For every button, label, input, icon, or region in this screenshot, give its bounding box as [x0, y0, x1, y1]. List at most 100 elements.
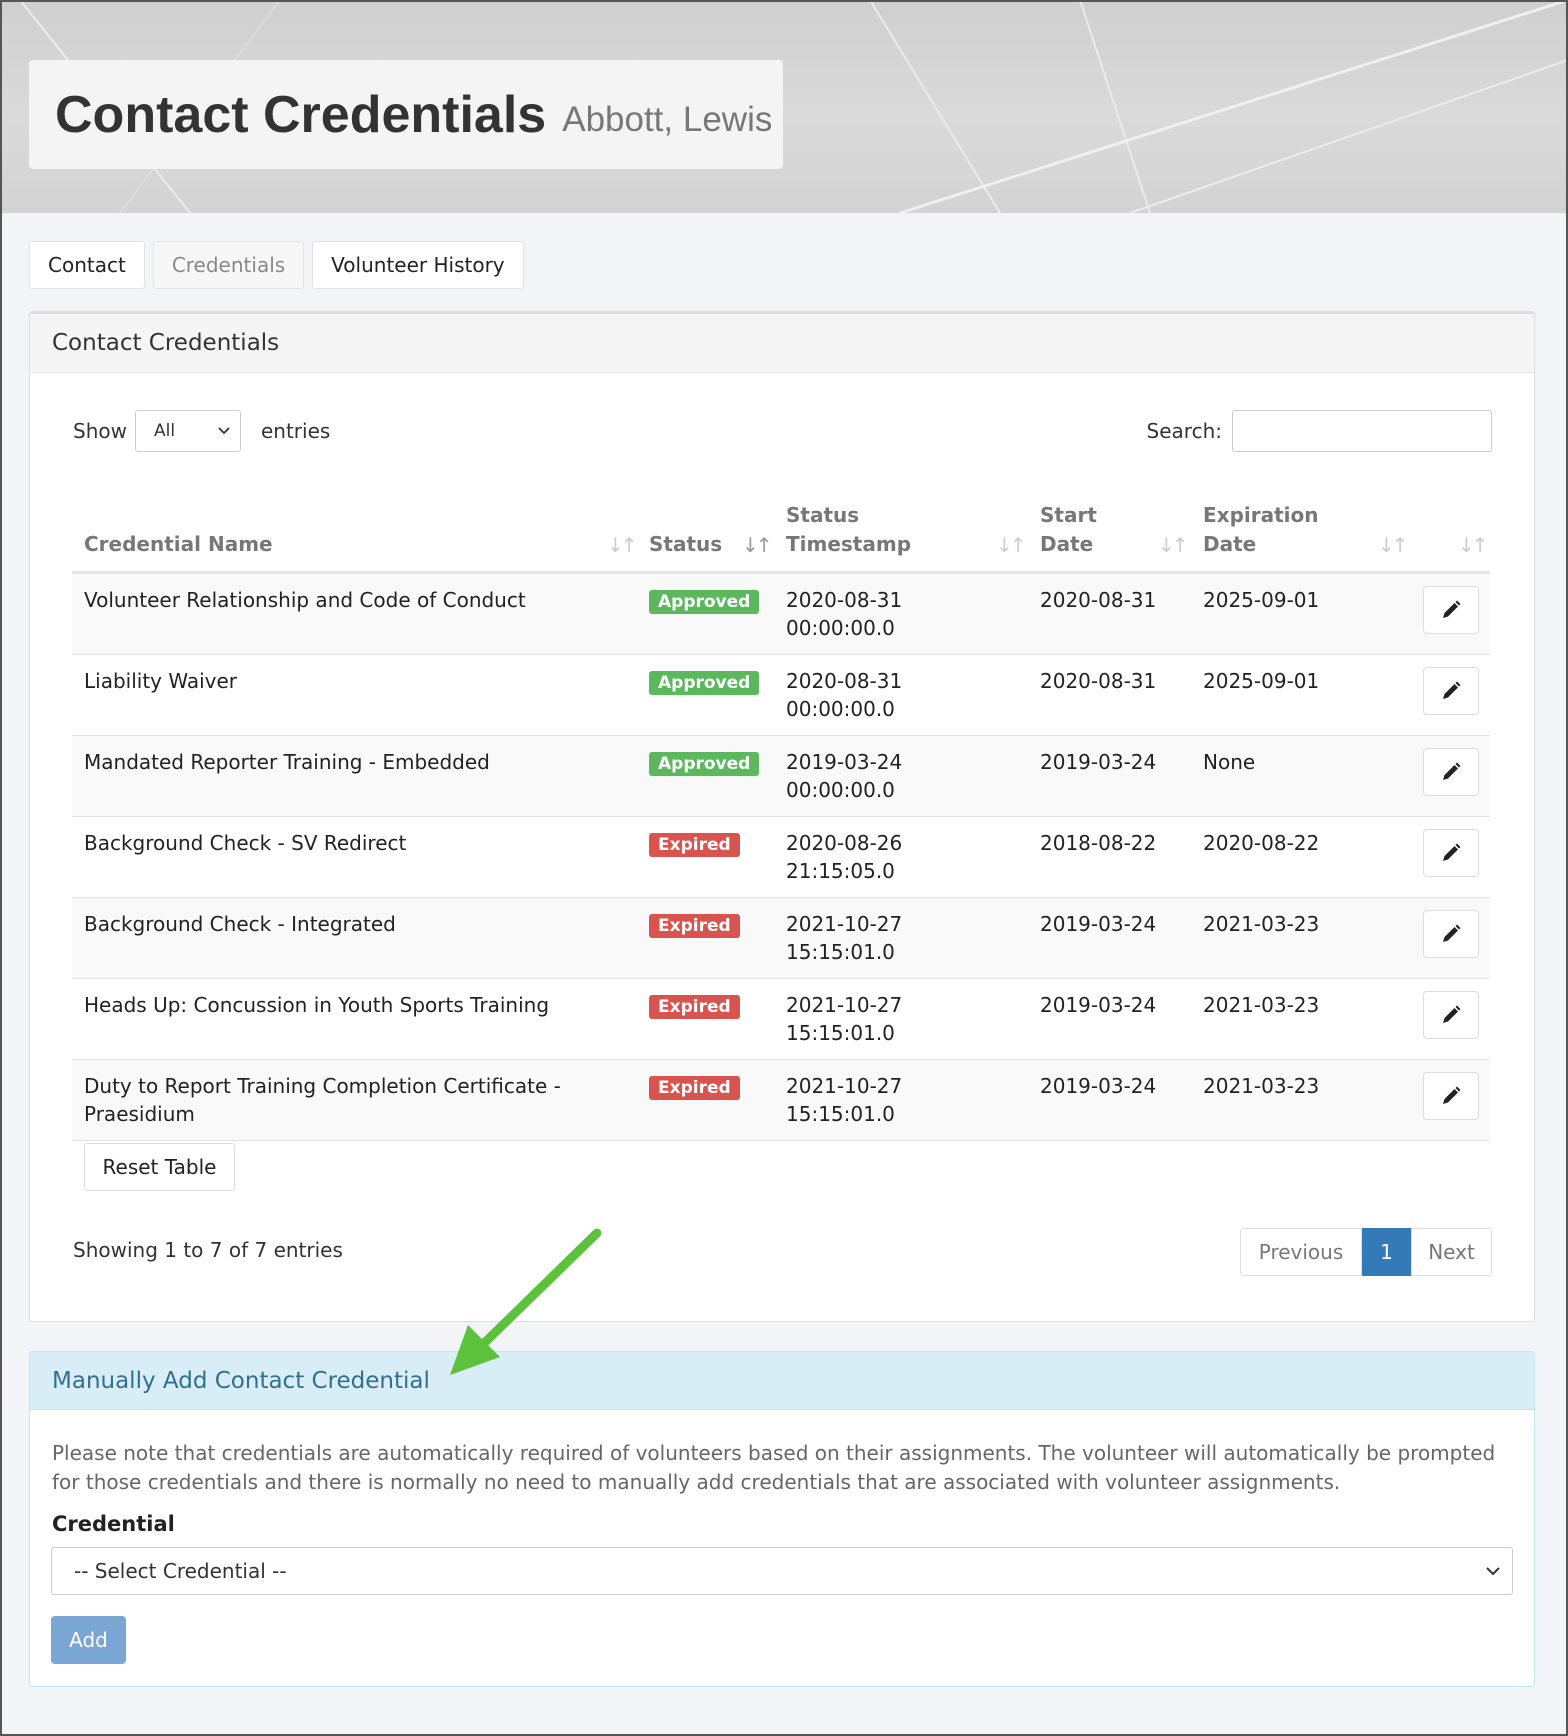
- status-timestamp: 2019-03-24 00:00:00.0: [786, 750, 903, 802]
- expiration-date: 2025-09-01: [1203, 588, 1320, 612]
- pencil-icon: [1443, 924, 1461, 942]
- status-timestamp: 2020-08-26 21:15:05.0: [786, 831, 903, 883]
- search-label: Search:: [1146, 419, 1222, 443]
- show-label: Show: [73, 419, 127, 443]
- status-timestamp: 2021-10-27 15:15:01.0: [786, 993, 903, 1045]
- page-header-banner: Contact Credentials Abbott, Lewis: [0, 0, 1568, 213]
- edit-button[interactable]: [1423, 910, 1479, 958]
- status-timestamp: 2020-08-31 00:00:00.0: [786, 588, 903, 640]
- expiration-date: 2021-03-23: [1203, 993, 1320, 1017]
- reset-table-button[interactable]: Reset Table: [84, 1143, 235, 1191]
- credentials-table: Credential Name ↓↑ Status ↓↑ Status Times…: [72, 488, 1490, 1141]
- show-entries-control: Show All entries: [73, 410, 330, 452]
- pencil-icon: [1443, 681, 1461, 699]
- edit-button[interactable]: [1423, 991, 1479, 1039]
- credential-name: Heads Up: Concussion in Youth Sports Tra…: [84, 993, 550, 1017]
- page-subtitle: Abbott, Lewis: [562, 99, 773, 139]
- add-button[interactable]: Add: [51, 1616, 126, 1664]
- start-date: 2019-03-24: [1040, 750, 1157, 774]
- start-date: 2019-03-24: [1040, 993, 1157, 1017]
- table-row: Duty to Report Training Completion Certi…: [72, 1060, 1490, 1141]
- start-date: 2019-03-24: [1040, 912, 1157, 936]
- tab-credentials[interactable]: Credentials: [152, 241, 305, 289]
- arrow-annotation-icon: [450, 1228, 602, 1375]
- pencil-icon: [1443, 600, 1461, 618]
- status-timestamp: 2021-10-27 15:15:01.0: [786, 1074, 903, 1126]
- sort-icon[interactable]: ↓↑: [742, 533, 772, 557]
- edit-button[interactable]: [1423, 1072, 1479, 1120]
- edit-button[interactable]: [1423, 667, 1479, 715]
- table-row: Liability Waiver Approved 2020-08-31 00:0…: [72, 655, 1490, 736]
- table-row: Volunteer Relationship and Code of Condu…: [72, 574, 1490, 655]
- col-start-date[interactable]: Start Date: [1040, 501, 1097, 559]
- expiration-date: 2025-09-01: [1203, 669, 1320, 693]
- manual-add-note: Please note that credentials are automat…: [52, 1441, 1496, 1494]
- table-header: Credential Name ↓↑ Status ↓↑ Status Times…: [72, 488, 1490, 574]
- credential-name: Duty to Report Training Completion Certi…: [84, 1074, 561, 1126]
- status-badge: Expired: [649, 1076, 740, 1100]
- sort-icon[interactable]: ↓↑: [996, 533, 1026, 557]
- tab-contact[interactable]: Contact: [29, 241, 145, 289]
- expiration-date: 2021-03-23: [1203, 1074, 1320, 1098]
- page-title: Contact Credentials: [55, 85, 547, 144]
- status-badge: Approved: [649, 590, 760, 614]
- status-badge: Expired: [649, 995, 740, 1019]
- edit-button[interactable]: [1423, 586, 1479, 634]
- sort-icon[interactable]: ↓↑: [1378, 533, 1408, 557]
- manual-add-title: Manually Add Contact Credential: [30, 1352, 1534, 1410]
- expiration-date: None: [1203, 750, 1256, 774]
- table-row: Background Check - SV Redirect Expired 2…: [72, 817, 1490, 898]
- chevron-down-icon: [1486, 1566, 1500, 1575]
- entries-select-value: All: [153, 421, 176, 441]
- status-badge: Approved: [649, 752, 760, 776]
- chevron-down-icon: [218, 427, 230, 435]
- status-badge: Approved: [649, 671, 760, 695]
- pencil-icon: [1443, 843, 1461, 861]
- col-status-timestamp[interactable]: Status Timestamp: [786, 501, 911, 559]
- nav-tabs: Contact Credentials Volunteer History: [29, 241, 524, 289]
- col-credential-name[interactable]: Credential Name: [84, 530, 273, 559]
- start-date: 2020-08-31: [1040, 588, 1157, 612]
- page-1-button[interactable]: 1: [1362, 1228, 1411, 1276]
- col-expiration-date[interactable]: Expiration Date: [1203, 501, 1319, 559]
- credential-label: Credential: [52, 1512, 175, 1536]
- pagination: Previous 1 Next: [1240, 1228, 1492, 1276]
- credential-name: Mandated Reporter Training - Embedded: [84, 750, 490, 774]
- tab-volunteer-history[interactable]: Volunteer History: [312, 241, 524, 289]
- credential-name: Background Check - Integrated: [84, 912, 396, 936]
- pencil-icon: [1443, 1086, 1461, 1104]
- status-badge: Expired: [649, 833, 740, 857]
- status-timestamp: 2021-10-27 15:15:01.0: [786, 912, 903, 964]
- pencil-icon: [1443, 1005, 1461, 1023]
- pencil-icon: [1443, 762, 1461, 780]
- credential-select[interactable]: -- Select Credential --: [51, 1547, 1513, 1595]
- manual-add-panel: Manually Add Contact Credential Please n…: [29, 1351, 1535, 1687]
- panel-title: Contact Credentials: [30, 314, 1534, 373]
- title-box: Contact Credentials Abbott, Lewis: [29, 60, 783, 169]
- search-control: Search:: [1147, 410, 1492, 452]
- expiration-date: 2020-08-22: [1203, 831, 1320, 855]
- entries-label: entries: [260, 419, 331, 443]
- sort-icon[interactable]: ↓↑: [1158, 533, 1188, 557]
- sort-icon[interactable]: ↓↑: [607, 533, 637, 557]
- expiration-date: 2021-03-23: [1203, 912, 1320, 936]
- table-row: Background Check - Integrated Expired 20…: [72, 898, 1490, 979]
- sort-icon[interactable]: ↓↑: [1458, 533, 1488, 557]
- table-row: Heads Up: Concussion in Youth Sports Tra…: [72, 979, 1490, 1060]
- credential-name: Volunteer Relationship and Code of Condu…: [84, 588, 526, 612]
- table-row: Mandated Reporter Training - Embedded Ap…: [72, 736, 1490, 817]
- col-status[interactable]: Status: [649, 530, 722, 559]
- next-page-button[interactable]: Next: [1411, 1228, 1492, 1276]
- credential-name: Background Check - SV Redirect: [84, 831, 407, 855]
- start-date: 2020-08-31: [1040, 669, 1157, 693]
- edit-button[interactable]: [1423, 748, 1479, 796]
- entries-select[interactable]: All: [134, 410, 241, 452]
- previous-page-button[interactable]: Previous: [1240, 1228, 1362, 1276]
- table-info: Showing 1 to 7 of 7 entries: [73, 1238, 343, 1262]
- status-badge: Expired: [649, 914, 740, 938]
- edit-button[interactable]: [1423, 829, 1479, 877]
- start-date: 2019-03-24: [1040, 1074, 1157, 1098]
- credential-name: Liability Waiver: [84, 669, 238, 693]
- search-input[interactable]: [1232, 410, 1492, 452]
- status-timestamp: 2020-08-31 00:00:00.0: [786, 669, 903, 721]
